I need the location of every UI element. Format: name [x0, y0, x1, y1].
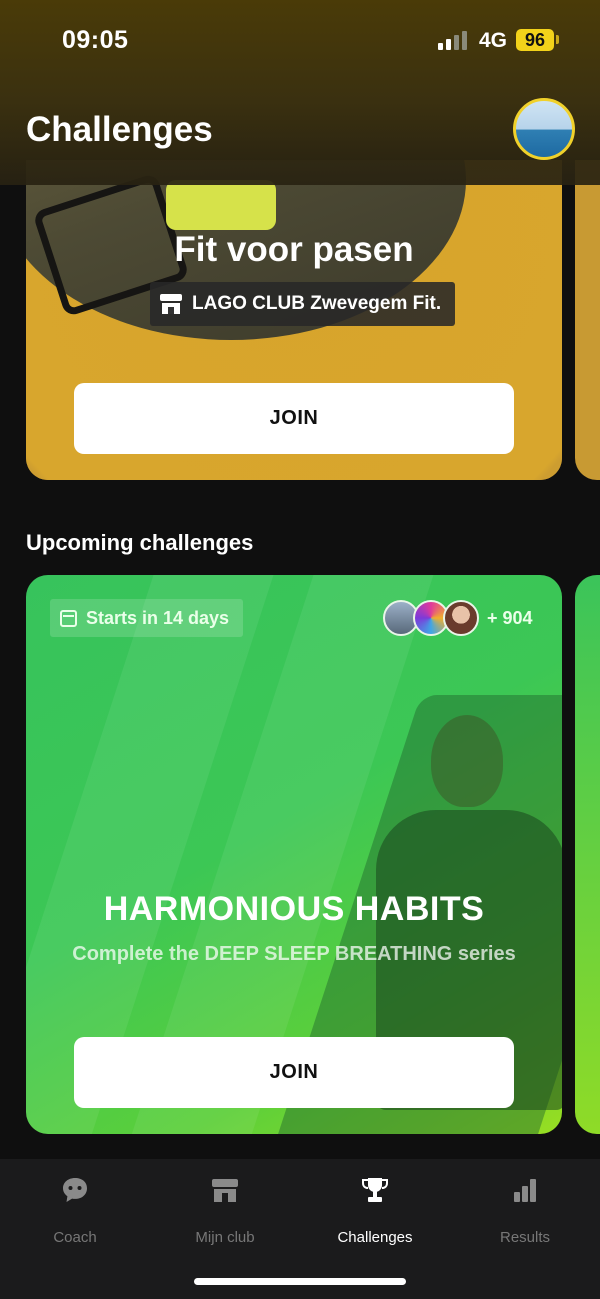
section-title-upcoming: Upcoming challenges: [26, 530, 254, 555]
participant-count: + 904: [487, 607, 533, 628]
tab-challenges[interactable]: Challenges: [300, 1175, 450, 1255]
tab-label: Mijn club: [195, 1229, 255, 1246]
cellular-signal-icon: [438, 30, 468, 50]
tab-label: Coach: [53, 1229, 97, 1246]
participants-group: + 904: [383, 599, 533, 637]
top-header: 09:05 4G 96 Challenges: [0, 0, 600, 185]
home-indicator[interactable]: [194, 1278, 406, 1285]
store-icon: [160, 294, 182, 314]
join-button-upcoming[interactable]: JOIN: [74, 1037, 514, 1108]
calendar-icon: [60, 609, 77, 627]
active-challenge-title: Fit voor pasen: [174, 230, 414, 269]
network-type: 4G: [479, 29, 508, 52]
tab-results[interactable]: Results: [450, 1175, 600, 1255]
club-name: LAGO CLUB Zwevegem Fit.: [192, 293, 442, 314]
person-head-shape: [431, 715, 503, 807]
upcoming-challenge-card[interactable]: Starts in 14 days + 904 HARMONIOUS HABIT…: [26, 575, 562, 1134]
starts-chip: Starts in 14 days: [50, 599, 244, 637]
trophy-icon: [362, 1178, 388, 1202]
bar-chart-icon: [514, 1179, 536, 1202]
join-button-active[interactable]: JOIN: [74, 383, 514, 454]
tab-label: Challenges: [337, 1229, 413, 1246]
battery-indicator: 96: [516, 29, 554, 51]
tab-coach[interactable]: Coach: [0, 1175, 150, 1255]
next-upcoming-card-peek[interactable]: [575, 575, 600, 1134]
upcoming-challenge-title: HARMONIOUS HABITS: [103, 890, 485, 928]
active-challenge-card[interactable]: Fit voor pasen LAGO CLUB Zwevegem Fit. J…: [26, 160, 562, 480]
page-title: Challenges: [26, 110, 213, 149]
upcoming-challenge-subtitle: Complete the DEEP SLEEP BREATHING series: [72, 943, 516, 965]
next-card-peek[interactable]: [575, 160, 600, 480]
tab-label: Results: [499, 1229, 551, 1246]
chat-bubble-icon: [63, 1178, 87, 1202]
status-time: 09:05: [62, 26, 129, 54]
tab-mijn-club[interactable]: Mijn club: [150, 1175, 300, 1255]
participant-avatar: [443, 600, 479, 636]
store-icon: [212, 1179, 238, 1202]
bottle-shape: [166, 180, 276, 230]
battery-tip: [556, 35, 559, 44]
profile-avatar[interactable]: [513, 98, 575, 160]
starts-label: Starts in 14 days: [86, 607, 230, 628]
club-chip: LAGO CLUB Zwevegem Fit.: [150, 282, 456, 326]
